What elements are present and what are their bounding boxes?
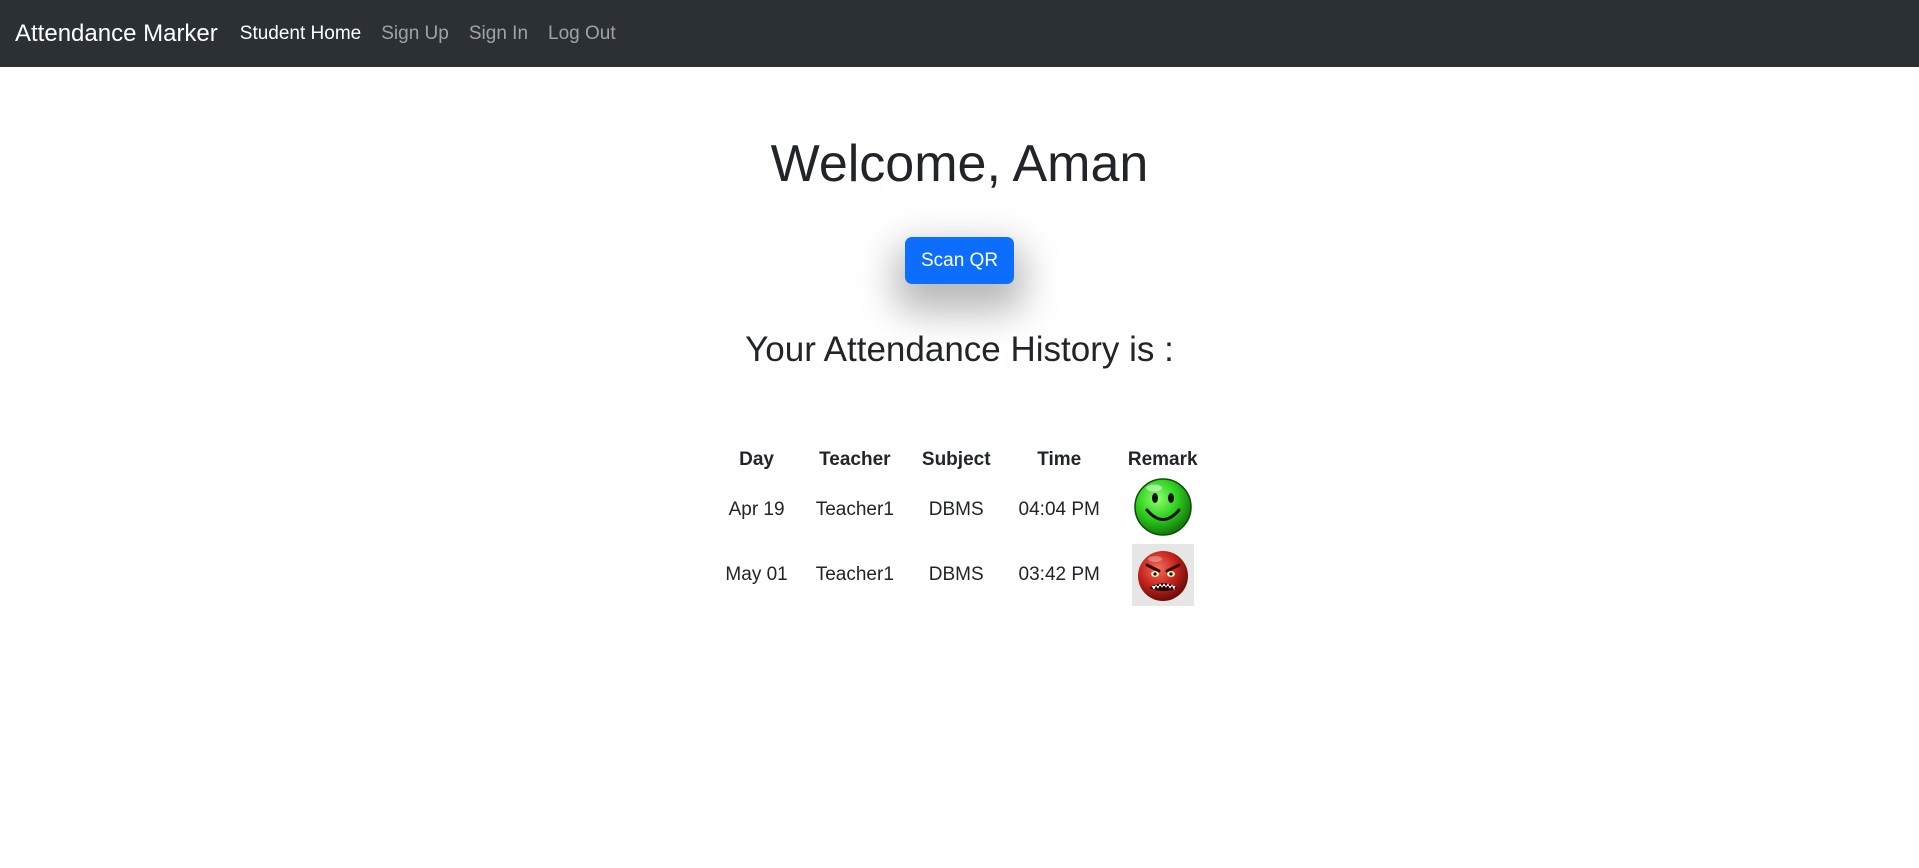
- nav-links: Student Home Sign Up Sign In Log Out: [240, 23, 636, 45]
- scan-wrap: Scan QR: [0, 237, 1919, 285]
- table-row: May 01 Teacher1 DBMS 03:42 PM: [711, 543, 1211, 607]
- welcome-heading: Welcome, Aman: [770, 135, 1149, 193]
- cell-time: 03:42 PM: [1018, 564, 1100, 586]
- header-time: Time: [1037, 449, 1082, 471]
- table-header-row: Day Teacher Subject Time Remark: [711, 443, 1211, 477]
- header-day: Day: [739, 449, 774, 471]
- cell-time: 04:04 PM: [1018, 499, 1100, 521]
- cell-subject: DBMS: [928, 499, 984, 521]
- cell-day: Apr 19: [728, 499, 785, 521]
- cell-teacher: Teacher1: [815, 564, 894, 586]
- attendance-history-title: Your Attendance History is :: [745, 330, 1174, 370]
- nav-link-student-home[interactable]: Student Home: [240, 23, 361, 45]
- cell-remark: [1114, 543, 1212, 607]
- attendance-table-wrap: Day Teacher Subject Time Remark Apr 19 T…: [4, 443, 1919, 607]
- angry-face-icon: [1131, 544, 1194, 607]
- table-row: Apr 19 Teacher1 DBMS 04:04 PM: [711, 477, 1211, 543]
- nav-link-sign-up[interactable]: Sign Up: [381, 23, 449, 45]
- header-teacher: Teacher: [819, 449, 891, 471]
- attendance-table: Day Teacher Subject Time Remark Apr 19 T…: [711, 443, 1211, 607]
- cell-subject: DBMS: [928, 564, 984, 586]
- navbar-brand[interactable]: Attendance Marker: [15, 20, 218, 48]
- navbar: Attendance Marker Student Home Sign Up S…: [0, 0, 1919, 67]
- cell-remark: [1114, 477, 1212, 543]
- nav-link-log-out[interactable]: Log Out: [548, 23, 616, 45]
- cell-day: May 01: [725, 564, 788, 586]
- happy-face-icon: [1133, 477, 1193, 543]
- header-subject: Subject: [921, 449, 991, 471]
- header-remark: Remark: [1127, 449, 1198, 471]
- scan-qr-button[interactable]: Scan QR: [904, 237, 1015, 285]
- nav-link-sign-in[interactable]: Sign In: [469, 23, 528, 45]
- main-content: Welcome, Aman Scan QR Your Attendance Hi…: [0, 67, 1919, 607]
- cell-teacher: Teacher1: [815, 499, 894, 521]
